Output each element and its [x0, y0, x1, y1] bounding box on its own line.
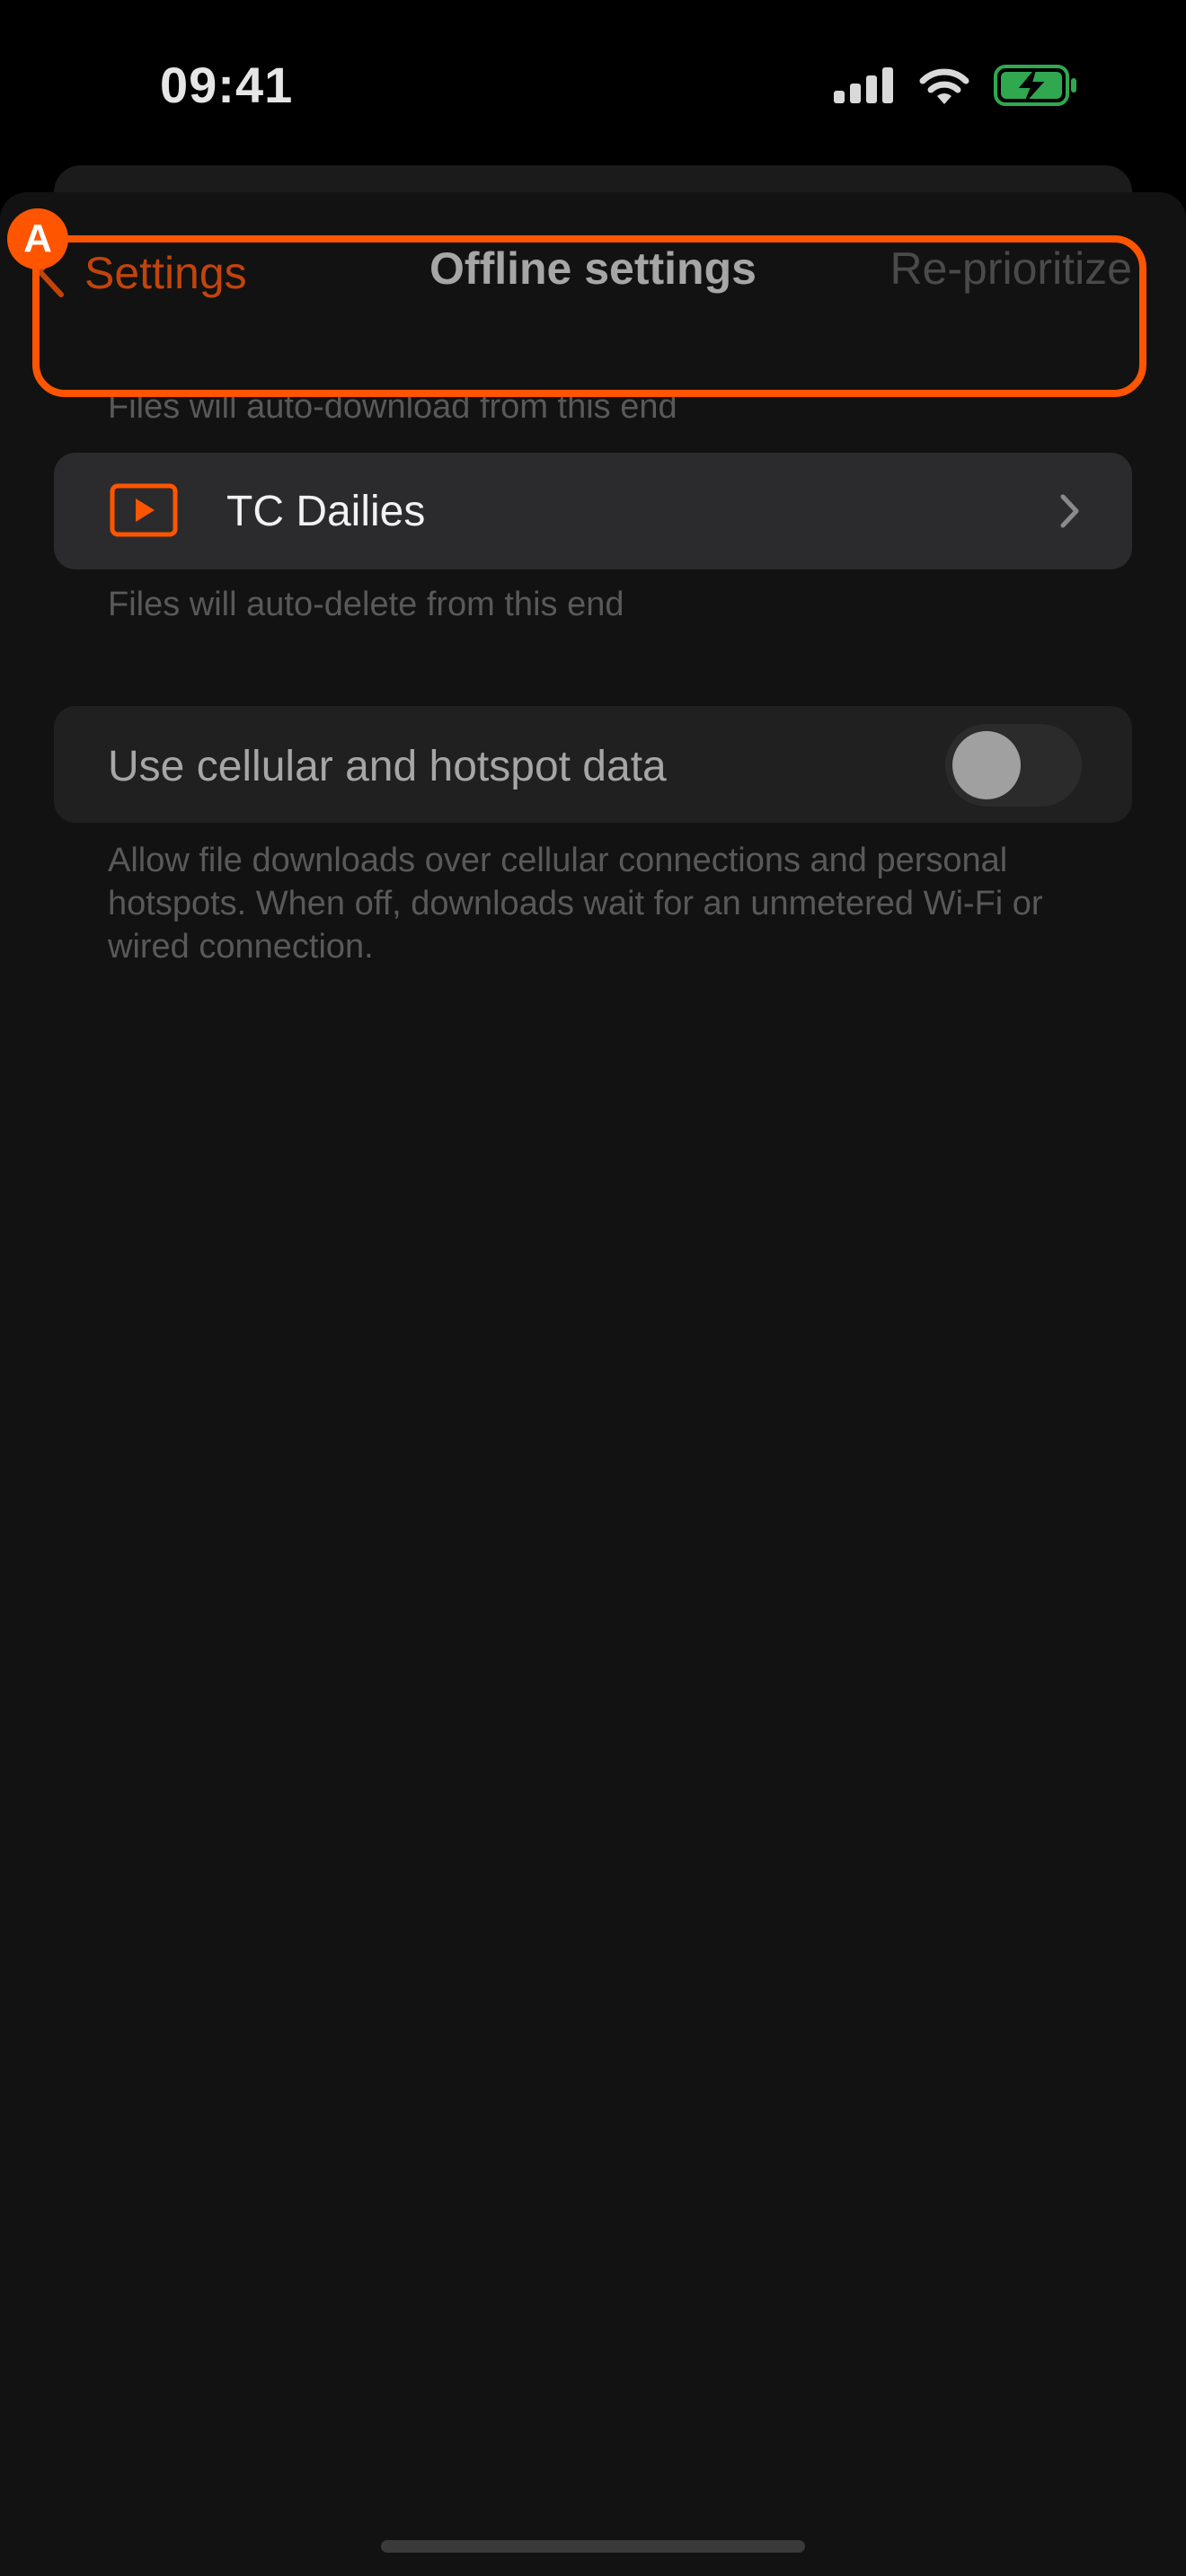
navigation-bar: Settings Offline settings Re-prioritize [0, 192, 1186, 345]
chevron-right-icon [1058, 492, 1082, 534]
reprioritize-button[interactable]: Re-prioritize [890, 243, 1132, 295]
auto-download-caption: Files will auto-download from this end [108, 388, 677, 426]
offline-settings-sheet: Settings Offline settings Re-prioritize … [0, 192, 1186, 2576]
cellular-data-footer: Allow file downloads over cellular conne… [108, 842, 1043, 966]
cellular-signal-icon [834, 67, 895, 108]
status-bar: 09:41 [0, 0, 1186, 171]
tc-dailies-row[interactable]: TC Dailies [54, 453, 1132, 569]
status-icons [834, 65, 1078, 110]
wifi-icon [918, 66, 970, 109]
cellular-data-toggle[interactable] [945, 724, 1082, 807]
play-icon [110, 483, 178, 542]
cellular-data-label: Use cellular and hotspot data [108, 743, 667, 790]
auto-delete-caption: Files will auto-delete from this end [108, 586, 624, 623]
tc-dailies-label: TC Dailies [226, 488, 426, 535]
annotation-badge: A [7, 208, 68, 269]
status-time: 09:41 [160, 57, 294, 113]
cellular-data-row: Use cellular and hotspot data [54, 706, 1132, 823]
toggle-knob [952, 731, 1021, 799]
home-indicator [381, 2540, 805, 2553]
battery-charging-icon [994, 65, 1078, 110]
